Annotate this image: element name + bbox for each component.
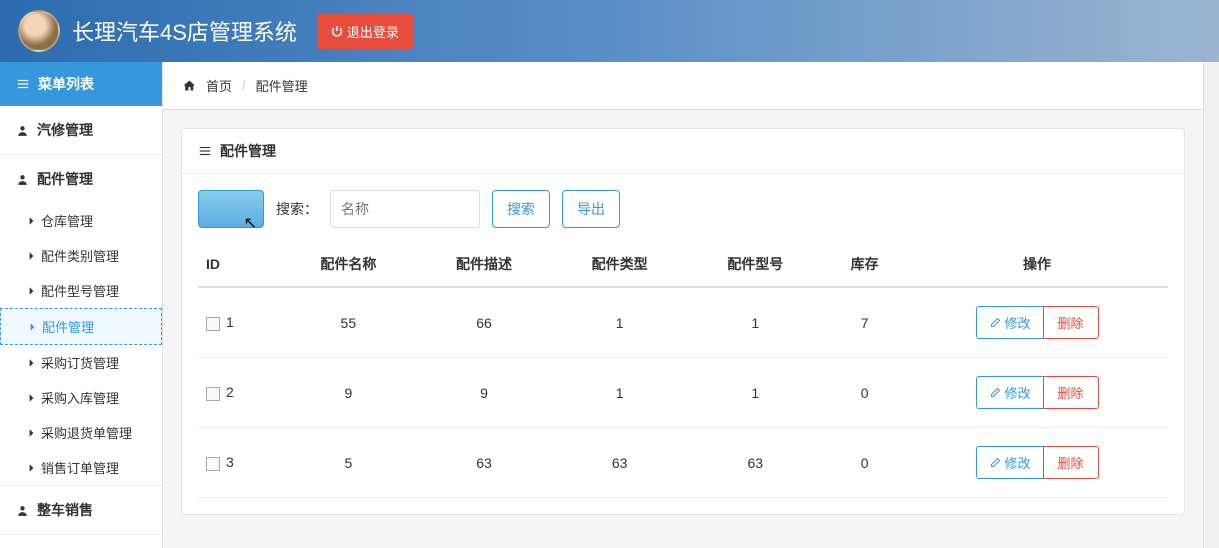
cell-stock: 7 [823, 287, 906, 358]
cursor-icon: ↖ [244, 213, 257, 233]
menu-header: 菜单列表 [0, 62, 162, 106]
delete-button[interactable]: 删除 [1043, 376, 1099, 409]
sidebar-item-1-4[interactable]: 采购订货管理 [0, 345, 162, 380]
delete-button[interactable]: 删除 [1043, 306, 1099, 339]
sidebar-item-1-6[interactable]: 采购退货单管理 [0, 415, 162, 450]
panel-header: 配件管理 [182, 129, 1184, 174]
sidebar-item-1-5[interactable]: 采购入库管理 [0, 380, 162, 415]
search-label: 搜索： [276, 199, 318, 219]
cell-stock: 0 [823, 358, 906, 428]
menu-group-3[interactable]: 客户管理 [0, 535, 162, 548]
search-button[interactable]: 搜索 [492, 190, 550, 228]
toolbar: ↖ 搜索： 搜索 导出 [198, 190, 1168, 228]
caret-right-icon [28, 393, 35, 403]
breadcrumb-sep: / [242, 78, 246, 93]
cell-name: 5 [281, 428, 417, 498]
main-content: 首页 / 配件管理 配件管理 ↖ 搜索： 搜索 导出 [163, 62, 1203, 548]
caret-right-icon [28, 428, 35, 438]
row-checkbox[interactable] [206, 457, 220, 471]
menu-group-1[interactable]: 配件管理 [0, 155, 162, 203]
avatar [18, 10, 60, 52]
table-row: 299110修改删除 [198, 358, 1168, 428]
table-row: 15566117修改删除 [198, 287, 1168, 358]
edit-button[interactable]: 修改 [976, 306, 1043, 339]
sidebar-item-1-7[interactable]: 销售订单管理 [0, 450, 162, 485]
cell-model: 1 [687, 358, 823, 428]
cell-id: 1 [226, 314, 234, 330]
edit-icon [989, 387, 1001, 399]
breadcrumb-current: 配件管理 [256, 76, 308, 95]
search-input[interactable] [330, 190, 480, 228]
edit-icon [989, 317, 1001, 329]
list-icon [16, 77, 30, 91]
breadcrumb-home[interactable]: 首页 [206, 76, 232, 95]
caret-right-icon [29, 322, 36, 332]
caret-right-icon [28, 286, 35, 296]
sidebar-item-1-2[interactable]: 配件型号管理 [0, 273, 162, 308]
user-icon [16, 124, 29, 137]
user-icon [16, 173, 29, 186]
app-title: 长理汽车4S店管理系统 [72, 15, 297, 47]
caret-right-icon [28, 251, 35, 261]
sidebar: 菜单列表 汽修管理配件管理仓库管理配件类别管理配件型号管理配件管理采购订货管理采… [0, 62, 163, 548]
cell-type: 63 [552, 428, 688, 498]
table-row: 356363630修改删除 [198, 428, 1168, 498]
cell-stock: 0 [823, 428, 906, 498]
caret-right-icon [28, 463, 35, 473]
sidebar-item-1-1[interactable]: 配件类别管理 [0, 238, 162, 273]
cell-model: 1 [687, 287, 823, 358]
delete-button[interactable]: 删除 [1043, 446, 1099, 479]
data-table: ID配件名称配件描述配件类型配件型号库存操作 15566117修改删除29911… [198, 242, 1168, 498]
add-button[interactable]: ↖ [198, 190, 264, 228]
row-checkbox[interactable] [206, 317, 220, 331]
user-icon [16, 504, 29, 517]
cell-desc: 63 [416, 428, 552, 498]
app-header: 长理汽车4S店管理系统 退出登录 [0, 0, 1219, 62]
col-header-5: 库存 [823, 242, 906, 287]
col-header-6: 操作 [906, 242, 1168, 287]
menu-group-2[interactable]: 整车销售 [0, 486, 162, 534]
panel: 配件管理 ↖ 搜索： 搜索 导出 ID配件名称配件描述配件类型配件型号库存操作 … [181, 128, 1185, 515]
col-header-0: ID [198, 242, 281, 287]
col-header-4: 配件型号 [687, 242, 823, 287]
col-header-1: 配件名称 [281, 242, 417, 287]
sidebar-item-1-3[interactable]: 配件管理 [0, 308, 162, 345]
sidebar-item-1-0[interactable]: 仓库管理 [0, 203, 162, 238]
row-checkbox[interactable] [206, 387, 220, 401]
cell-id: 2 [226, 384, 234, 400]
caret-right-icon [28, 358, 35, 368]
menu-group-0[interactable]: 汽修管理 [0, 106, 162, 154]
edit-button[interactable]: 修改 [976, 376, 1043, 409]
cell-id: 3 [226, 454, 234, 470]
caret-right-icon [28, 216, 35, 226]
col-header-3: 配件类型 [552, 242, 688, 287]
cell-model: 63 [687, 428, 823, 498]
edit-icon [989, 457, 1001, 469]
cell-desc: 66 [416, 287, 552, 358]
cell-type: 1 [552, 287, 688, 358]
edit-button[interactable]: 修改 [976, 446, 1043, 479]
cell-desc: 9 [416, 358, 552, 428]
cell-type: 1 [552, 358, 688, 428]
menu-icon [198, 144, 212, 158]
home-icon [183, 79, 196, 92]
logout-button[interactable]: 退出登录 [317, 14, 413, 49]
cell-name: 55 [281, 287, 417, 358]
col-header-2: 配件描述 [416, 242, 552, 287]
cell-name: 9 [281, 358, 417, 428]
export-button[interactable]: 导出 [562, 190, 620, 228]
breadcrumb: 首页 / 配件管理 [163, 62, 1203, 110]
power-icon [331, 25, 343, 37]
scrollbar-vertical[interactable] [1203, 62, 1219, 548]
